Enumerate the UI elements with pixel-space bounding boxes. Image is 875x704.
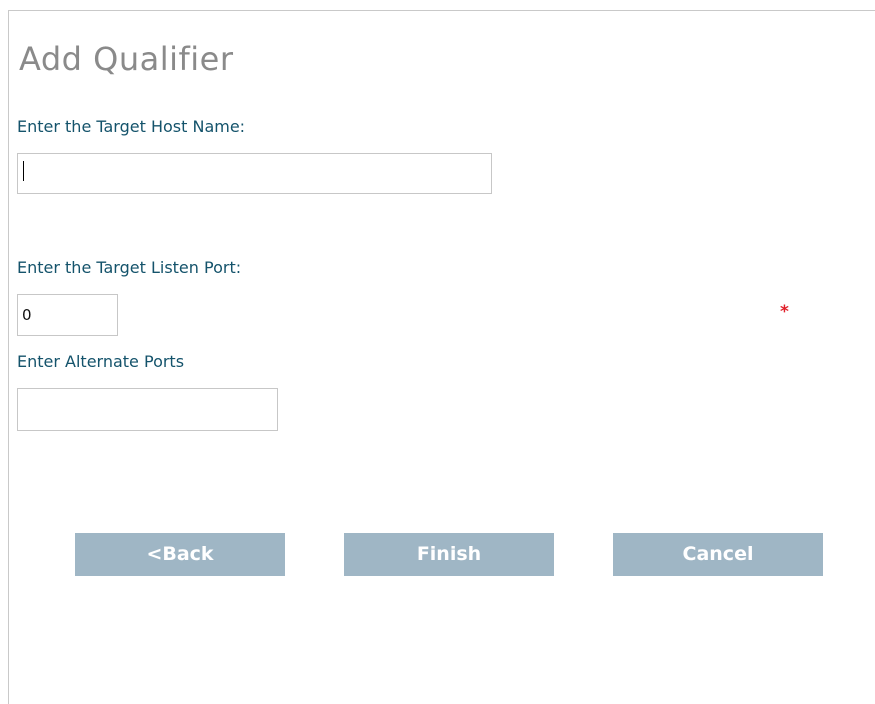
finish-button[interactable]: Finish [344,533,554,576]
host-name-input[interactable] [17,153,492,194]
listen-port-label: Enter the Target Listen Port: [17,258,242,277]
required-marker: * [780,302,789,322]
cancel-button[interactable]: Cancel [613,533,823,576]
text-cursor [23,161,24,181]
listen-port-input[interactable] [17,294,118,336]
alternate-ports-label: Enter Alternate Ports [17,352,185,371]
alternate-ports-input[interactable] [17,388,278,431]
page-title: Add Qualifier [19,40,234,78]
host-name-label: Enter the Target Host Name: [17,117,246,136]
back-button[interactable]: <Back [75,533,285,576]
